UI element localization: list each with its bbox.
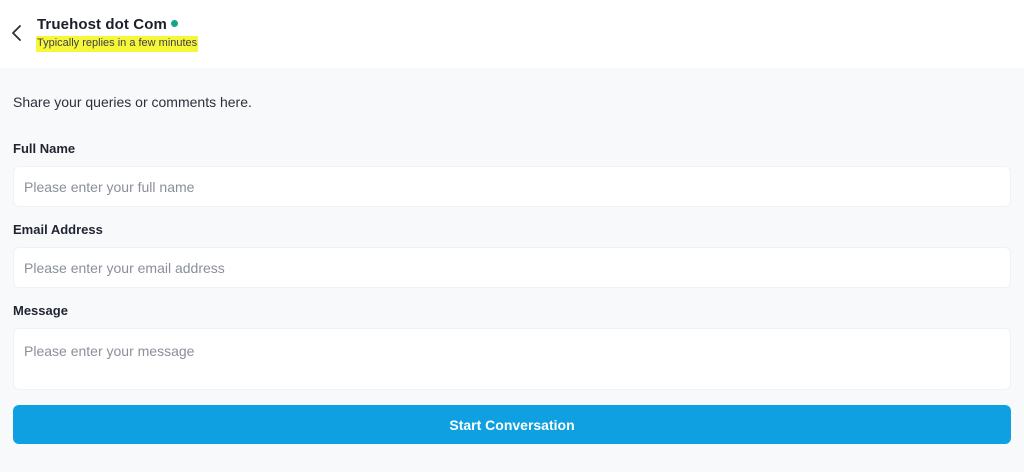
reply-time-subtitle: Typically replies in a few minutes [36, 36, 199, 52]
message-textarea[interactable] [13, 328, 1011, 390]
full-name-label: Full Name [13, 141, 76, 156]
chevron-left-icon [12, 25, 21, 41]
page-title: Truehost dot Com [37, 16, 167, 33]
full-name-input[interactable] [13, 166, 1011, 207]
email-address-label: Email Address [13, 222, 103, 237]
title-row: Truehost dot Com [37, 16, 178, 33]
message-label: Message [13, 303, 68, 318]
chat-header: Truehost dot Com Typically replies in a … [0, 0, 1024, 68]
online-status-icon [170, 20, 178, 27]
start-conversation-button[interactable]: Start Conversation [13, 405, 1011, 444]
form-intro: Share your queries or comments here. [13, 94, 252, 110]
email-input[interactable] [13, 247, 1011, 288]
back-button[interactable] [6, 22, 28, 44]
